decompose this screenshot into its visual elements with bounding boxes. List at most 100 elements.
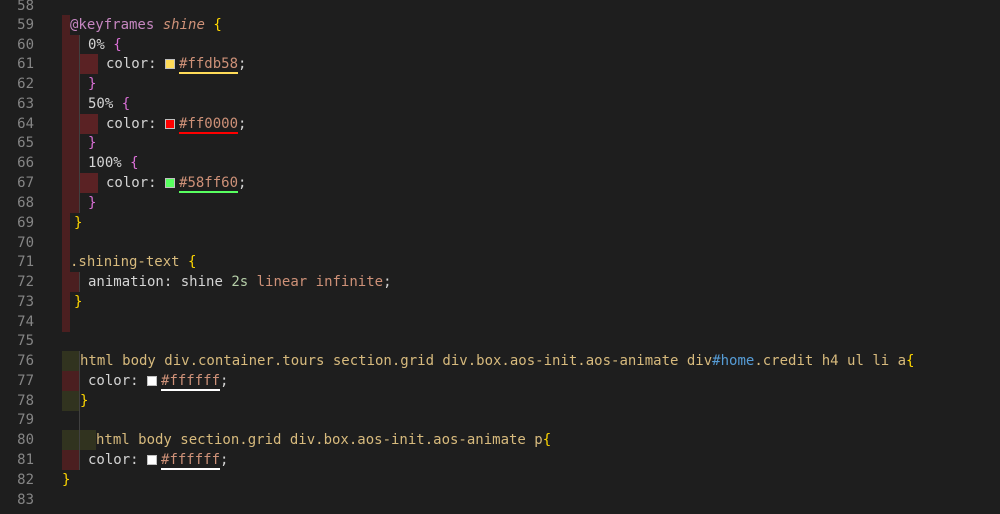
keyframes-name: shine [162,17,205,33]
color-swatch-icon[interactable] [165,59,176,69]
code-line[interactable]: } [62,213,1000,233]
indent-guide [62,74,80,94]
code-line[interactable]: } [62,292,1000,312]
indent-guide [62,35,80,55]
property-value: 2s [231,274,249,290]
code-line[interactable]: 50% { [62,94,1000,114]
code-line[interactable] [62,331,1000,351]
color-swatch-icon[interactable] [147,376,158,386]
semicolon: ; [238,175,247,191]
semicolon: ; [238,116,247,132]
close-brace: } [88,135,97,151]
code-line[interactable] [62,410,1000,430]
color-value: #58ff60 [179,175,239,193]
code-line[interactable] [62,312,1000,332]
line-number: 71 [17,254,34,270]
code-line[interactable] [62,490,1000,510]
code-line[interactable]: color: #ffffff; [62,450,1000,470]
color-value: #ffdb58 [179,56,239,74]
property-name: color: [106,175,157,191]
code-line[interactable]: @keyframes shine { [62,15,1000,35]
code-line[interactable] [62,0,1000,16]
close-brace: } [80,393,89,409]
indent-guide [62,312,70,332]
line-number: 79 [17,412,34,428]
color-value: #ffffff [161,452,221,470]
indent-guide [62,94,80,114]
code-line[interactable]: color: #ffffff; [62,371,1000,391]
code-line[interactable]: } [62,193,1000,213]
indent-guide [62,133,80,153]
indent-guide [62,430,80,450]
code-line[interactable]: html body div.container.tours section.gr… [62,351,1000,371]
indent-guide [80,114,98,134]
color-swatch-icon[interactable] [165,119,176,129]
property-value: infinite [315,274,384,290]
line-number: 58 [17,0,34,14]
property-name: color: [88,452,139,468]
code-line[interactable]: .shining-text { [62,252,1000,272]
code-line[interactable]: color: #ffdb58; [62,54,1000,74]
code-line[interactable]: color: #58ff60; [62,173,1000,193]
open-brace: { [188,254,197,270]
indent-guide [62,173,80,193]
indent-guide [62,272,80,292]
open-brace: { [213,17,222,33]
keyframe-selector: 50% [88,96,114,112]
code-line[interactable]: 0% { [62,35,1000,55]
line-number: 62 [17,76,34,92]
code-editor[interactable]: 58 59 60 61 62 63 64 65 66 67 68 69 70 7… [0,0,1000,514]
code-line[interactable]: } [62,470,1000,490]
semicolon: ; [238,56,247,72]
open-brace: { [906,353,915,369]
open-brace: { [130,155,139,171]
css-id-selector: #home [712,353,755,369]
indent-guide [62,391,80,411]
line-number: 74 [17,314,34,330]
line-number: 80 [17,432,34,448]
code-line[interactable]: 100% { [62,153,1000,173]
close-brace: } [88,195,97,211]
open-brace: { [121,96,131,112]
color-swatch-icon[interactable] [147,455,158,465]
code-line[interactable]: color: #ff0000; [62,114,1000,134]
line-number: 61 [17,56,34,72]
close-brace: } [62,472,71,488]
indent-guide [62,410,80,430]
indent-guide [62,292,70,312]
code-line[interactable]: html body section.grid div.box.aos-init.… [62,430,1000,450]
property-value: linear [256,274,308,290]
line-number: 60 [17,37,34,53]
indent-guide [62,252,70,272]
line-number: 73 [17,294,34,310]
code-line[interactable]: } [62,74,1000,94]
line-number: 70 [17,235,34,251]
indent-guide [62,15,70,35]
code-line[interactable]: } [62,391,1000,411]
line-number: 68 [17,195,34,211]
line-number: 78 [17,393,34,409]
line-number: 83 [17,492,34,508]
close-brace: } [74,215,83,231]
line-number: 77 [17,373,34,389]
indent-guide [62,193,80,213]
line-number: 82 [17,472,34,488]
property-value: shine [180,274,223,290]
code-line[interactable]: } [62,133,1000,153]
indent-guide [62,114,80,134]
color-swatch-icon[interactable] [165,178,176,188]
line-number: 63 [17,96,34,112]
code-line[interactable]: animation: shine 2s linear infinite; [62,272,1000,292]
indent-guide [62,351,80,371]
line-number: 72 [17,274,34,290]
code-line[interactable] [62,233,1000,253]
indent-guide [80,430,96,450]
indent-guide [62,233,70,253]
indent-guide [62,450,80,470]
